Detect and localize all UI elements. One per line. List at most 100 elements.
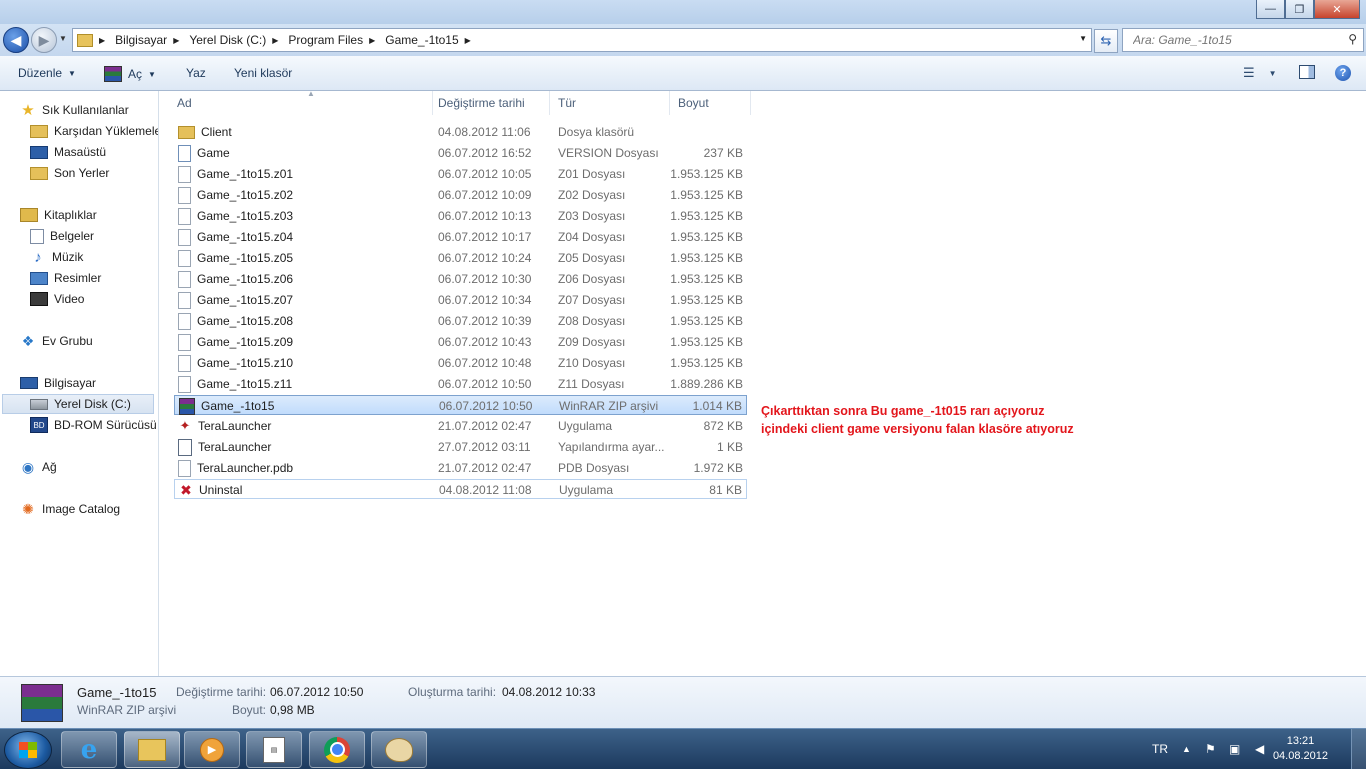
file-row[interactable]: Game_-1to15.z07 06.07.2012 10:34 Z07 Dosya… [174, 290, 747, 310]
file-size-cell: 1.953.125 KB [670, 335, 743, 349]
forward-button[interactable]: ▶ [31, 27, 57, 53]
chevron-down-icon: ▼ [68, 68, 76, 78]
language-indicator[interactable]: TR [1152, 729, 1168, 769]
column-header-type[interactable]: Tür [550, 91, 670, 115]
search-input[interactable] [1131, 32, 1335, 48]
file-type-cell: Uygulama [558, 419, 613, 433]
details-created-value: 04.08.2012 10:33 [502, 685, 596, 699]
file-row[interactable]: Game_-1to15.z02 06.07.2012 10:09 Z02 Dosya… [174, 185, 747, 205]
nav-network[interactable]: ◉ Ağ [20, 457, 57, 477]
organize-button[interactable]: Düzenle ▼ [18, 66, 76, 80]
nav-desktop[interactable]: Masaüstü [30, 142, 106, 162]
file-row[interactable]: Game_-1to15.z04 06.07.2012 10:17 Z04 Dosya… [174, 227, 747, 247]
minimize-button[interactable]: — [1256, 0, 1285, 19]
taskbar-paint[interactable] [371, 731, 427, 768]
burn-button[interactable]: Yaz [186, 66, 206, 80]
network-tray-icon[interactable]: ▣ [1229, 729, 1240, 769]
column-header-size[interactable]: Boyut [670, 91, 751, 115]
file-row[interactable]: Game_-1to15.z05 06.07.2012 10:24 Z05 Dosya… [174, 248, 747, 268]
file-row[interactable]: TeraLauncher 27.07.2012 03:11 Yapılandırma… [174, 437, 747, 457]
search-box[interactable]: ⚲ [1122, 28, 1364, 52]
nav-downloads[interactable]: Karşıdan Yüklemeler [30, 121, 159, 141]
breadcrumb-item[interactable]: Game_-1to15 ▶ [385, 33, 479, 47]
taskbar-internet-explorer[interactable]: e [61, 731, 117, 768]
file-row[interactable]: TeraLauncher.pdb 21.07.2012 02:47 PDB Dosy… [174, 458, 747, 478]
breadcrumb-item[interactable]: Program Files ▶ [288, 33, 383, 47]
navigation-pane: ★ Sık Kullanılanlar Karşıdan Yüklemeler M… [0, 91, 159, 676]
file-row[interactable]: Game_-1to15.z01 06.07.2012 10:05 Z01 Dosya… [174, 164, 747, 184]
file-row[interactable]: ✦ TeraLauncher 21.07.2012 02:47 Uygulama 872… [174, 416, 747, 436]
taskbar-document[interactable]: ▤ [246, 731, 302, 768]
nav-homegroup[interactable]: ❖ Ev Grubu [20, 331, 93, 351]
show-hidden-icons-button[interactable]: ▲ [1182, 729, 1191, 769]
view-options-button[interactable]: ☰ ▼ [1243, 65, 1277, 81]
action-center-icon[interactable]: ⚑ [1205, 729, 1216, 769]
file-icon [178, 333, 191, 351]
file-row[interactable]: Game_-1to15.z10 06.07.2012 10:48 Z10 Dosya… [174, 353, 747, 373]
nav-local-disk[interactable]: Yerel Disk (C:) [2, 394, 154, 414]
column-header-name[interactable]: Ad ▲ [169, 89, 433, 115]
file-name: Game_-1to15.z01 [197, 167, 294, 181]
breadcrumb-item[interactable]: Bilgisayar ▶ [115, 33, 187, 47]
file-row[interactable]: Client 04.08.2012 11:06 Dosya klasörü [174, 122, 747, 142]
file-row[interactable]: Game_-1to15.z11 06.07.2012 10:50 Z11 Dosya… [174, 374, 747, 394]
nav-bd-rom[interactable]: BD BD-ROM Sürücüsü ( [30, 415, 159, 435]
breadcrumb-root-arrow[interactable]: ▶ [99, 36, 113, 45]
nav-label: Son Yerler [54, 166, 110, 180]
nav-videos[interactable]: Video [30, 289, 84, 309]
refresh-button[interactable]: ⇆ [1094, 29, 1118, 53]
nav-music[interactable]: ♪ Müzik [30, 247, 83, 267]
recent-pages-dropdown-icon[interactable]: ▼ [59, 34, 67, 43]
address-bar[interactable]: ▶ Bilgisayar ▶ Yerel Disk (C:) ▶ Program F… [72, 28, 1092, 52]
nav-recent-places[interactable]: Son Yerler [30, 163, 109, 183]
new-folder-button[interactable]: Yeni klasör [234, 66, 292, 80]
nav-favorites[interactable]: ★ Sık Kullanılanlar [20, 100, 128, 120]
nav-label: Karşıdan Yüklemeler [54, 124, 159, 138]
nav-label: Ev Grubu [42, 334, 93, 348]
column-header-date[interactable]: Değiştirme tarihi [430, 91, 550, 115]
breadcrumb-item[interactable]: Yerel Disk (C:) ▶ [189, 33, 286, 47]
file-row[interactable]: ✖ Uninstal 04.08.2012 11:08 Uygulama 81 KB [174, 479, 747, 499]
file-icon [178, 459, 191, 477]
command-bar: Düzenle ▼ Aç ▼ Yaz Yeni klasör ☰ ▼ ? [0, 56, 1366, 91]
start-button[interactable] [4, 731, 52, 769]
back-button[interactable]: ◀ [3, 27, 29, 53]
file-icon [178, 207, 191, 225]
taskbar-media-player[interactable]: ▶ [184, 731, 240, 768]
help-button[interactable]: ? [1335, 65, 1351, 81]
column-label: Tür [558, 96, 576, 110]
window-controls: — ❐ ✕ [1256, 0, 1360, 19]
close-button[interactable]: ✕ [1314, 0, 1360, 19]
nav-documents[interactable]: Belgeler [30, 226, 94, 246]
file-type-cell: Z09 Dosyası [558, 335, 626, 349]
file-row[interactable]: Game_-1to15 06.07.2012 10:50 WinRAR ZIP ar… [174, 395, 747, 415]
preview-pane-button[interactable] [1299, 65, 1315, 79]
file-row[interactable]: Game_-1to15.z03 06.07.2012 10:13 Z03 Dosya… [174, 206, 747, 226]
file-row[interactable]: Game 06.07.2012 16:52 VERSION Dosyası 237 K… [174, 143, 747, 163]
nav-libraries[interactable]: Kitaplıklar [20, 205, 97, 225]
file-name-cell: Game [178, 143, 428, 163]
nav-label: BD-ROM Sürücüsü ( [54, 418, 159, 432]
address-dropdown-icon[interactable]: ▼ [1079, 34, 1087, 43]
clock[interactable]: 13:21 04.08.2012 [1273, 734, 1328, 764]
file-row[interactable]: Game_-1to15.z06 06.07.2012 10:30 Z06 Dosya… [174, 269, 747, 289]
file-row[interactable]: Game_-1to15.z08 06.07.2012 10:39 Z08 Dosya… [174, 311, 747, 331]
taskbar-windows-explorer[interactable] [124, 731, 180, 768]
nav-image-catalog[interactable]: ✺ Image Catalog [20, 499, 120, 519]
file-icon [178, 228, 191, 246]
volume-icon[interactable]: ◀ [1255, 729, 1264, 769]
maximize-button[interactable]: ❐ [1285, 0, 1314, 19]
nav-computer[interactable]: Bilgisayar [20, 373, 96, 393]
burn-label: Yaz [186, 66, 206, 80]
refresh-icon: ⇆ [1100, 33, 1112, 48]
open-button[interactable]: Aç ▼ [104, 66, 156, 82]
search-icon[interactable]: ⚲ [1348, 32, 1357, 46]
taskbar-chrome[interactable] [309, 731, 365, 768]
file-type-cell: Z04 Dosyası [558, 230, 626, 244]
chevron-down-icon: ▼ [1268, 68, 1277, 78]
file-row[interactable]: Game_-1to15.z09 06.07.2012 10:43 Z09 Dosya… [174, 332, 747, 352]
file-name-cell: ✦ TeraLauncher [178, 416, 428, 436]
file-date-cell: 06.07.2012 10:50 [439, 399, 533, 413]
show-desktop-button[interactable] [1351, 729, 1366, 769]
nav-pictures[interactable]: Resimler [30, 268, 101, 288]
